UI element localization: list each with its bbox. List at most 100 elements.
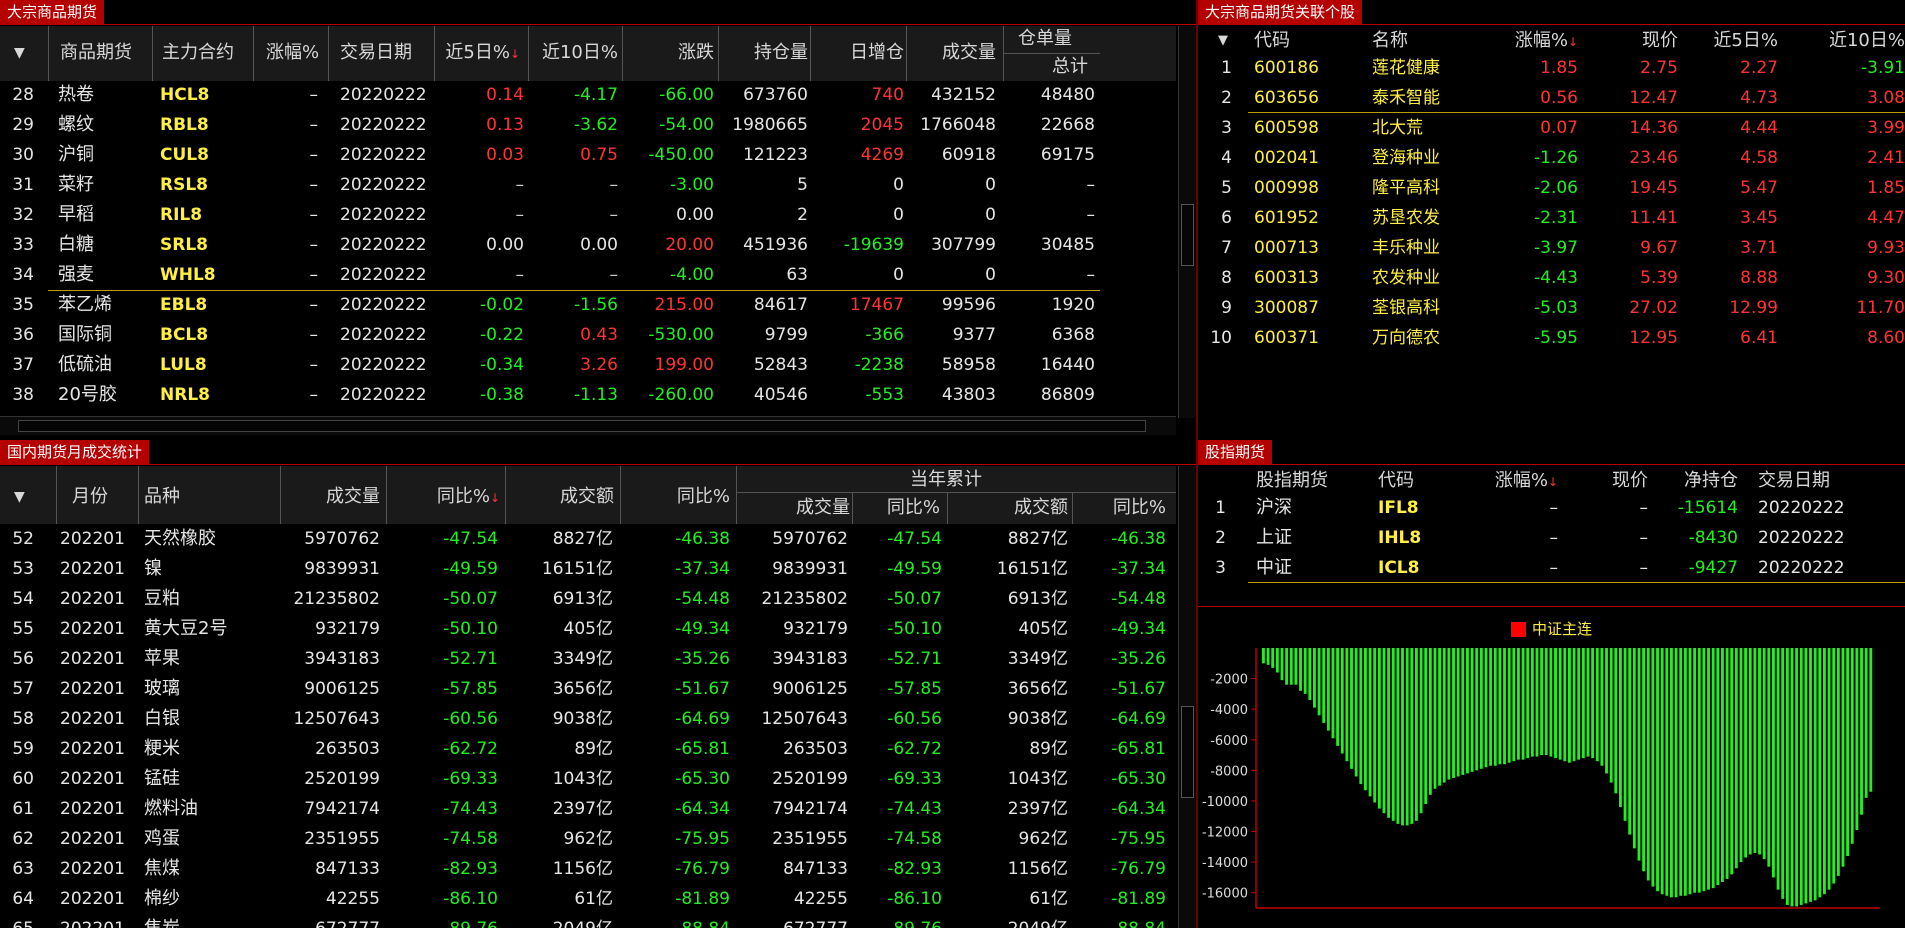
scrollbar-thumb[interactable]: [1181, 204, 1194, 266]
monthly-row[interactable]: 62 202201 鸡蛋 2351955 -74.58 962亿 -75.95 2351955…: [0, 824, 1196, 854]
header-yoy2[interactable]: 同比%: [640, 480, 730, 514]
header-amount[interactable]: 成交额: [510, 480, 614, 514]
chart-bar: [1744, 648, 1748, 858]
change-value: 20.00: [665, 235, 714, 255]
contract-code: RBL8: [160, 115, 209, 135]
stock-row[interactable]: 9 300087 荃银高科 -5.03 27.02 12.99 11.70: [1198, 293, 1905, 323]
monthly-row[interactable]: 58 202201 白银 12507643 -60.56 9038亿 -64.69 12507…: [0, 704, 1196, 734]
header-cum-amount[interactable]: 成交额: [960, 492, 1068, 524]
stock-row[interactable]: 2 603656 泰禾智能 0.56 12.47 4.73 3.08: [1198, 83, 1905, 113]
stock-row[interactable]: 1 600186 莲花健康 1.85 2.75 2.27 -3.91: [1198, 53, 1905, 83]
header-trade-date[interactable]: 交易日期: [340, 36, 412, 70]
cum-amount: 16151亿: [996, 559, 1068, 579]
amount: 16151亿: [541, 559, 613, 579]
index-future-row[interactable]: 1 沪深 IFL8 – – -15614 20220222: [1198, 493, 1905, 523]
contract-code: BCL8: [160, 325, 209, 345]
chart-bar: [1818, 648, 1822, 898]
monthly-row[interactable]: 55 202201 黄大豆2号 932179 -50.10 405亿 -49.34 93217…: [0, 614, 1196, 644]
commodity-row[interactable]: 34 强麦 WHL8 – 20220222 – – -4.00 63 0 0 –: [0, 260, 1196, 290]
sort-down-icon[interactable]: ▼: [14, 36, 25, 70]
month: 202201: [60, 914, 125, 928]
chart-bar: [1433, 648, 1437, 789]
header-cum-yoy[interactable]: 同比%: [860, 492, 940, 524]
header-5d[interactable]: 近5日%↓: [430, 36, 520, 71]
header-cum-volume[interactable]: 成交量: [760, 492, 850, 524]
hscroll-thumb[interactable]: [18, 420, 1146, 432]
sort-down-icon[interactable]: ▼: [14, 480, 25, 514]
volume-yoy: -50.10: [443, 619, 498, 639]
header-month[interactable]: 月份: [72, 480, 108, 514]
stock-change-pct: -4.43: [1534, 268, 1578, 288]
chart-bar: [1558, 648, 1562, 760]
header-warehouse[interactable]: 仓单量: [1018, 24, 1072, 54]
commodity-row[interactable]: 36 国际铜 BCL8 – 20220222 -0.22 0.43 -530.00 9799 -3…: [0, 320, 1196, 350]
change-10d: –: [609, 265, 619, 285]
chart-bar: [1368, 648, 1372, 797]
chart-bar: [1628, 648, 1632, 835]
header-cum-yoy2[interactable]: 同比%: [1080, 492, 1166, 524]
commodity-row[interactable]: 31 菜籽 RSL8 – 20220222 – – -3.00 5 0 0 –: [0, 170, 1196, 200]
stock-name: 莲花健康: [1372, 58, 1440, 78]
cum-volume: 9839931: [772, 559, 848, 579]
header-volume[interactable]: 成交量: [908, 36, 996, 70]
stock-change-10d: 11.70: [1856, 298, 1905, 318]
title-underline: [0, 464, 1196, 465]
header-volume[interactable]: 成交量: [290, 480, 380, 514]
commodity-row[interactable]: 38 20号胶 NRL8 – 20220222 -0.38 -1.13 -260.00 4054…: [0, 380, 1196, 410]
commodity-row[interactable]: 32 早稻 RIL8 – 20220222 – – 0.00 2 0 0 –: [0, 200, 1196, 230]
monthly-row[interactable]: 56 202201 苹果 3943183 -52.71 3349亿 -35.26 394318…: [0, 644, 1196, 674]
cum-amount: 1043亿: [1007, 769, 1068, 789]
stock-row[interactable]: 3 600598 北大荒 0.07 14.36 4.44 3.99: [1198, 113, 1905, 143]
stock-row[interactable]: 6 601952 苏垦农发 -2.31 11.41 3.45 4.47: [1198, 203, 1905, 233]
change-10d: -1.56: [574, 295, 618, 315]
monthly-row[interactable]: 64 202201 棉纱 42255 -86.10 61亿 -81.89 42255 -86.1…: [0, 884, 1196, 914]
header-warehouse-total[interactable]: 总计: [1052, 53, 1088, 81]
scrollbar-thumb[interactable]: [1181, 706, 1194, 798]
monthly-row[interactable]: 63 202201 焦煤 847133 -82.93 1156亿 -76.79 847133 -…: [0, 854, 1196, 884]
stock-row[interactable]: 10 600371 万向德农 -5.95 12.95 6.41 8.60: [1198, 323, 1905, 353]
chart-bar: [1632, 648, 1636, 849]
amount-yoy: -75.95: [675, 829, 730, 849]
header-name[interactable]: 商品期货: [60, 36, 132, 70]
commodity-name: 早稻: [58, 204, 94, 225]
monthly-row[interactable]: 59 202201 粳米 263503 -62.72 89亿 -65.81 263503 -62…: [0, 734, 1196, 764]
monthly-row[interactable]: 54 202201 豆粕 21235802 -50.07 6913亿 -54.48 21235…: [0, 584, 1196, 614]
header-change-pct[interactable]: 涨幅%: [266, 36, 319, 70]
commodity-row[interactable]: 30 沪铜 CUL8 – 20220222 0.03 0.75 -450.00 121223 42…: [0, 140, 1196, 170]
chart-bar: [1568, 648, 1571, 763]
monthly-row[interactable]: 57 202201 玻璃 9006125 -57.85 3656亿 -51.67 900612…: [0, 674, 1196, 704]
header-main-contract[interactable]: 主力合约: [162, 36, 234, 70]
monthly-row[interactable]: 60 202201 锰硅 2520199 -69.33 1043亿 -65.30 252019…: [0, 764, 1196, 794]
stock-change-10d: 3.99: [1867, 118, 1905, 138]
chart-bar: [1479, 648, 1483, 769]
header-yoy[interactable]: 同比%↓: [400, 480, 500, 515]
header-change[interactable]: 涨跌: [630, 36, 714, 70]
vertical-scrollbar[interactable]: [1178, 466, 1195, 928]
horizontal-scrollbar[interactable]: [0, 416, 1176, 435]
header-kind[interactable]: 品种: [144, 480, 180, 514]
index-change-pct: –: [1549, 498, 1559, 518]
monthly-row[interactable]: 65202201焦炭672777-89.762049亿-88.84672777-…: [0, 914, 1196, 928]
commodity-row[interactable]: 28 热卷 HCL8 – 20220222 0.14 -4.17 -66.00 673760 74…: [0, 80, 1196, 110]
monthly-row[interactable]: 53 202201 镍 9839931 -49.59 16151亿 -37.34 983993…: [0, 554, 1196, 584]
commodity-row[interactable]: 33 白糖 SRL8 – 20220222 0.00 0.00 20.00 451936 -196…: [0, 230, 1196, 260]
stock-row[interactable]: 7 000713 丰乐种业 -3.97 9.67 3.71 9.93: [1198, 233, 1905, 263]
trade-date: 20220222: [340, 145, 427, 165]
index-future-row[interactable]: 2 上证 IHL8 – – -8430 20220222: [1198, 523, 1905, 553]
sort-indicator: ↓: [489, 491, 500, 505]
header-daily-oi[interactable]: 日增仓: [812, 36, 904, 70]
index-future-row[interactable]: 3 中证 ICL8 – – -9427 20220222: [1198, 553, 1905, 583]
commodity-row[interactable]: 35 苯乙烯 EBL8 – 20220222 -0.02 -1.56 215.00 84617 1…: [0, 290, 1196, 320]
header-open-interest[interactable]: 持仓量: [720, 36, 808, 70]
monthly-row[interactable]: 52 202201 天然橡胶 5970762 -47.54 8827亿 -46.38 5970…: [0, 524, 1196, 554]
vertical-scrollbar[interactable]: [1178, 26, 1195, 418]
cum-volume-yoy: -49.59: [887, 559, 942, 579]
stock-row[interactable]: 4 002041 登海种业 -1.26 23.46 4.58 2.41: [1198, 143, 1905, 173]
stock-row[interactable]: 8 600313 农发种业 -4.43 5.39 8.88 9.30: [1198, 263, 1905, 293]
monthly-row[interactable]: 61 202201 燃料油 7942174 -74.43 2397亿 -64.34 79421…: [0, 794, 1196, 824]
chart-bar: [1322, 648, 1326, 723]
header-10d[interactable]: 近10日%: [530, 36, 618, 70]
commodity-row[interactable]: 29 螺纹 RBL8 – 20220222 0.13 -3.62 -54.00 1980665 2…: [0, 110, 1196, 140]
commodity-row[interactable]: 37 低硫油 LUL8 – 20220222 -0.34 3.26 199.00 52843 -2…: [0, 350, 1196, 380]
stock-row[interactable]: 5 000998 隆平高科 -2.06 19.45 5.47 1.85: [1198, 173, 1905, 203]
